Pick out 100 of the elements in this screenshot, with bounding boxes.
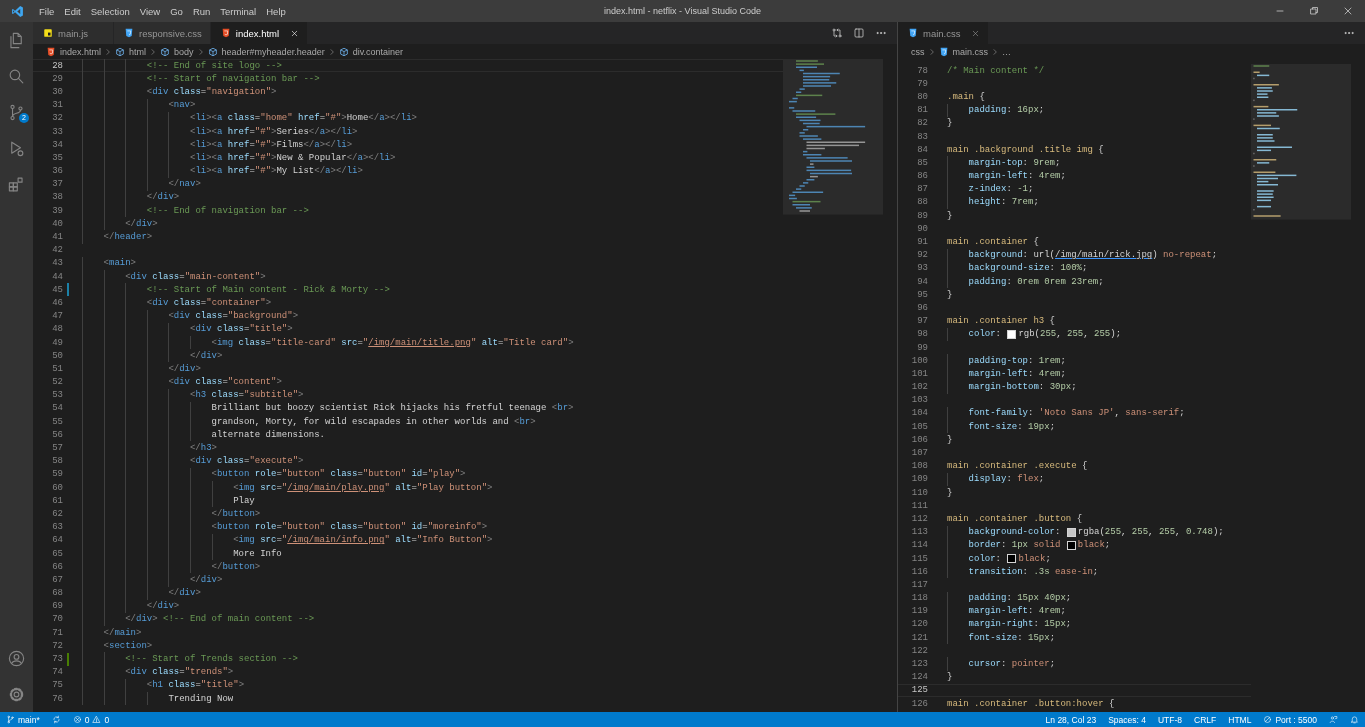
line-number: 32: [51, 113, 63, 124]
menu-item[interactable]: Terminal: [215, 5, 262, 17]
breadcrumb-item[interactable]: div.container: [338, 46, 404, 57]
status-item[interactable]: Ln 28, Col 23: [1039, 714, 1103, 725]
branch-status-item[interactable]: main*: [0, 714, 46, 725]
menu-item[interactable]: Go: [165, 5, 188, 17]
line-number: 121: [910, 632, 928, 643]
compare-icon[interactable]: [831, 27, 843, 39]
editor-tab[interactable]: index.html: [210, 22, 309, 44]
line-number: 112: [910, 513, 928, 524]
close-icon[interactable]: [290, 28, 300, 38]
line-number: 76: [51, 693, 63, 704]
chevron-icon: [104, 47, 113, 56]
menu-item[interactable]: Selection: [85, 5, 135, 17]
line-number: 29: [51, 73, 63, 84]
code-line: }: [947, 486, 953, 500]
branch-icon[interactable]: [7, 102, 26, 122]
code-line: <!-- End of navigation bar -->: [82, 204, 309, 218]
line-number: 69: [51, 601, 63, 612]
code-line: Brilliant but boozy scientist Rick hijacks his fretful teenage <br>: [82, 401, 574, 415]
color-swatch-icon: [1066, 527, 1076, 537]
code-line: Play: [82, 494, 255, 508]
line-number: 89: [916, 210, 928, 221]
split-icon[interactable]: [853, 27, 865, 39]
breadcrumb-item[interactable]: header#myheader.header: [207, 46, 325, 57]
port-status-item[interactable]: Port : 5500: [1257, 714, 1323, 725]
code-line: <h1 class="title">: [82, 678, 245, 692]
code-line: margin-bottom: 30px;: [947, 380, 1077, 394]
code-line: </div>: [82, 362, 201, 376]
code-line: padding-top: 1rem;: [947, 354, 1066, 368]
code-line: <img class="title-card" src="/img/main/title.png" alt="Title card">: [82, 336, 574, 350]
css-file-icon: [908, 28, 918, 38]
line-number: 55: [51, 416, 63, 427]
line-number: 102: [910, 382, 928, 393]
breadcrumb-item[interactable]: css: [911, 46, 925, 57]
menu-item[interactable]: Run: [187, 5, 216, 17]
problems-status-item[interactable]: 0 0: [66, 714, 116, 725]
branch-icon: [6, 715, 15, 724]
code-line: <section>: [82, 639, 153, 653]
code-text: color:: [968, 553, 1002, 564]
status-item[interactable]: CRLF: [1188, 714, 1223, 725]
code-line: main .container h3 {: [947, 315, 1056, 328]
status-item[interactable]: HTML: [1222, 714, 1258, 725]
chevron-icon: [327, 47, 336, 56]
line-number: 124: [910, 672, 928, 683]
breadcrumb-item[interactable]: body: [160, 46, 194, 57]
code-line: </div>: [82, 190, 180, 204]
line-number: 61: [51, 495, 63, 506]
menu-item[interactable]: View: [134, 5, 166, 17]
breadcrumb-item[interactable]: html: [115, 46, 147, 57]
code-line: <div class="content">: [82, 375, 282, 389]
sync-icon: [51, 715, 61, 724]
breadcrumb-item[interactable]: index.html: [46, 46, 102, 57]
line-number: 50: [51, 350, 63, 361]
code-text: black;: [1077, 540, 1111, 551]
code-line: main .background .title img {: [947, 143, 1104, 157]
editor-tab[interactable]: main.css: [898, 22, 990, 44]
menu-item[interactable]: Edit: [59, 5, 86, 17]
cube-icon: [207, 46, 218, 57]
line-number: 49: [51, 337, 63, 348]
code-line: <!-- Start of Trends section -->: [82, 652, 298, 666]
line-number: 39: [51, 205, 63, 216]
close-icon[interactable]: [971, 28, 981, 38]
cube-icon: [338, 46, 349, 57]
chevron-icon: [196, 47, 205, 56]
line-number: 115: [910, 553, 928, 564]
code-line: <!-- Start of Main content - Rick & Morty -->: [82, 283, 390, 297]
code-line: <!-- Start of navigation bar -->: [82, 72, 320, 86]
restore-icon[interactable]: [1308, 5, 1320, 17]
line-number: 86: [916, 171, 928, 182]
code-line: cursor: pointer;: [947, 657, 1056, 671]
editor-tab[interactable]: responsive.css: [114, 22, 211, 44]
line-number: 64: [51, 535, 63, 546]
code-line: margin-left: 4rem;: [947, 604, 1066, 618]
code-line: </h3>: [82, 441, 217, 455]
code-line: <div class="title">: [82, 322, 293, 336]
menu-item[interactable]: File: [34, 5, 60, 17]
breadcrumb-item[interactable]: main.css: [938, 46, 988, 57]
line-number: 78: [916, 65, 928, 76]
line-number: 98: [916, 329, 928, 340]
editor-tab[interactable]: main.js: [33, 22, 114, 44]
status-item[interactable]: Spaces: 4: [1102, 714, 1152, 725]
code-line: margin-right: 15px;: [947, 617, 1072, 631]
line-number: 103: [910, 395, 928, 406]
line-number: 74: [51, 667, 63, 678]
code-line: <img src="/img/main/info.png" alt="Info Button">: [82, 533, 493, 547]
line-number: 57: [51, 443, 63, 454]
line-number: 35: [51, 152, 63, 163]
line-number: 66: [51, 561, 63, 572]
line-number: 42: [51, 245, 63, 256]
account-icon[interactable]: [7, 648, 26, 668]
status-item[interactable]: UTF-8: [1151, 714, 1189, 725]
line-number: 101: [910, 368, 928, 379]
close-icon[interactable]: [1342, 5, 1354, 17]
line-number: 118: [910, 593, 928, 604]
code-line: </main>: [82, 626, 142, 640]
breadcrumb-item[interactable]: …: [1002, 46, 1011, 57]
line-number: 116: [910, 566, 928, 577]
menu-item[interactable]: Help: [261, 5, 291, 17]
code-line: </header>: [82, 230, 153, 244]
